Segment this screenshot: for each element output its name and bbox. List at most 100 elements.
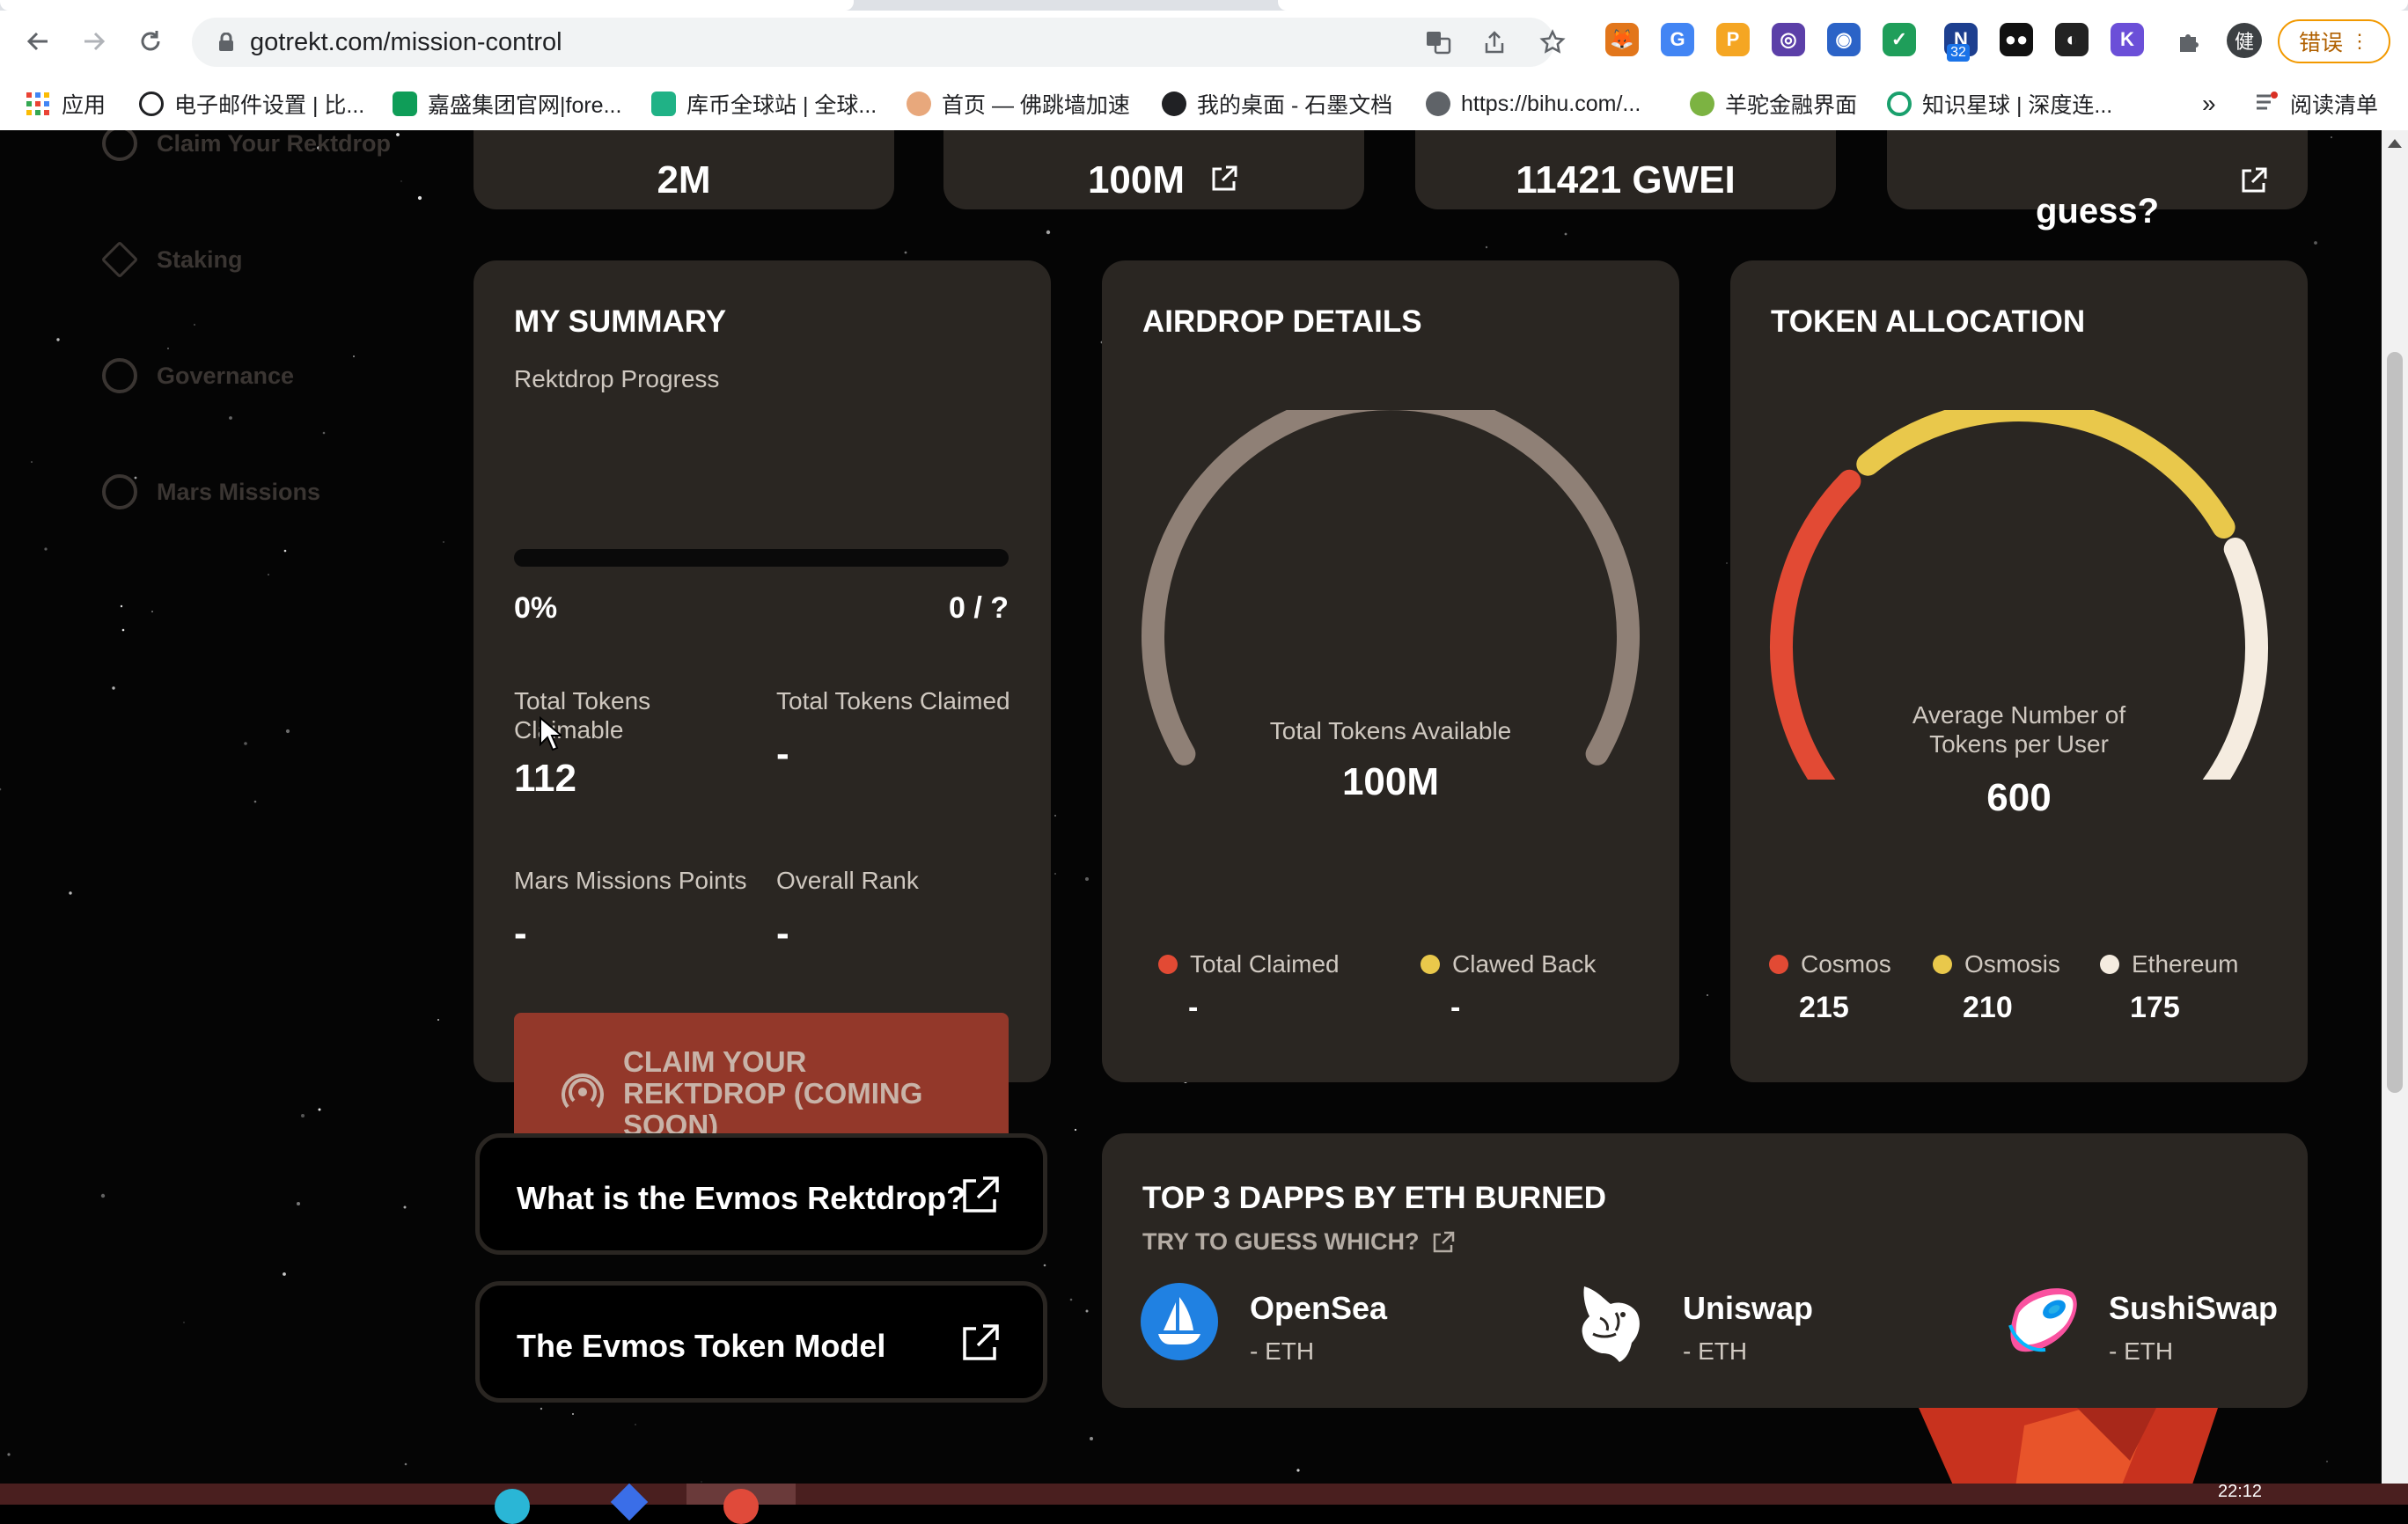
tab-strip [0, 0, 2408, 11]
star [1296, 1469, 1300, 1472]
sidebar-item-mars-missions[interactable]: Mars Missions [102, 470, 320, 514]
bookmark-item[interactable]: 羊驼金融界面 [1690, 88, 1857, 120]
purple-k-extension-icon[interactable]: K [2111, 23, 2144, 56]
dapp-name-opensea: OpenSea [1250, 1290, 1388, 1326]
dapp-name-uniswap: Uniswap [1683, 1290, 1814, 1326]
lock-icon[interactable] [218, 33, 234, 52]
star [244, 742, 247, 745]
tokens-available-label: Total Tokens Available [1269, 717, 1512, 744]
rektdrop-icon [102, 130, 137, 161]
stat-card: guess? [1887, 130, 2308, 231]
rektdrop-progress-bar [514, 549, 1009, 567]
legend-dot [2100, 955, 2119, 974]
bookmark-favicon-icon [1690, 92, 1714, 116]
star [904, 251, 907, 254]
translate-page-icon[interactable] [1422, 26, 1454, 58]
bookmark-item[interactable]: 我的桌面 - 石墨文档 [1162, 88, 1392, 120]
tokens-available-value: 100M [1341, 760, 1440, 803]
bookmark-item[interactable]: 库币全球站 | 全球... [651, 88, 877, 120]
extensions-puzzle-icon[interactable] [2167, 19, 2211, 63]
bookmark-item[interactable]: 嘉盛集团官网|fore... [393, 88, 621, 120]
external-link-icon[interactable] [2239, 165, 2269, 195]
bookmark-item[interactable]: 首页 — 佛跳墙加速 [907, 88, 1130, 120]
legend-label: Ethereum [2132, 950, 2239, 978]
star [1085, 877, 1089, 881]
avg-tokens-label: Average Number of Tokens per User [1912, 701, 2126, 758]
bookmark-label: 知识星球 | 深度连... [1922, 93, 2113, 118]
tab-edge[interactable] [1278, 0, 2408, 11]
error-status-button[interactable]: 错误 ⋮ [2278, 19, 2390, 63]
clawed-back-value: - [1450, 991, 1461, 1024]
token-allocation-card: TOKEN ALLOCATION Average Number of Token… [1730, 260, 2308, 1082]
star [572, 1413, 574, 1415]
active-tab-edge[interactable] [0, 0, 854, 11]
bookmark-item[interactable]: https://bihu.com/... [1426, 88, 1641, 120]
blue-chat-extension-icon[interactable]: ◉ [1827, 23, 1861, 56]
bookmark-favicon-icon [393, 92, 417, 116]
purple-ring-extension-icon[interactable]: ◎ [1772, 23, 1805, 56]
forward-arrow-icon [84, 32, 106, 51]
share-icon[interactable] [1479, 26, 1510, 58]
star [183, 1322, 185, 1323]
metamask-fox-icon[interactable]: 🦊 [1605, 23, 1639, 56]
black-bear-extension-icon[interactable]: ●● [2000, 23, 2033, 56]
star [437, 1019, 439, 1021]
sidebar-item-claim-rektdrop[interactable]: Claim Your Rektdrop [102, 130, 391, 165]
star [540, 1407, 543, 1410]
address-bar[interactable]: gotrekt.com/mission-control [192, 18, 1566, 67]
rektdrop-progress-label: Rektdrop Progress [514, 365, 720, 392]
scrollbar-thumb[interactable] [2387, 352, 2403, 1093]
star [229, 416, 232, 420]
star [417, 195, 422, 201]
star [1046, 230, 1051, 235]
page-scrollbar[interactable] [2382, 130, 2408, 1484]
bookmark-favicon-icon [907, 92, 931, 116]
legend-total-claimed: Total Claimed [1158, 950, 1340, 978]
mars-mascot-illustration [1919, 1408, 2218, 1484]
sidebar-item-label: Claim Your Rektdrop [157, 130, 392, 157]
osmosis-value: 210 [1963, 991, 2013, 1024]
star [112, 686, 115, 690]
bookmark-item[interactable]: 知识星球 | 深度连... [1887, 88, 2112, 120]
reading-list-button[interactable]: 阅读清单 [2253, 88, 2378, 120]
back-button[interactable] [16, 19, 60, 63]
dark-swirl-extension-icon[interactable]: ◐ [2055, 23, 2089, 56]
profile-avatar[interactable]: 健 [2227, 23, 2262, 58]
forward-button[interactable] [72, 19, 116, 63]
sparkle-icon [100, 240, 139, 279]
legend-dot [1933, 955, 1952, 974]
stat-card: 100M [943, 130, 1364, 209]
taskbar-active-app[interactable] [686, 1484, 796, 1524]
star [322, 431, 326, 435]
mars-points-label: Mars Missions Points [514, 867, 747, 894]
evmos-token-model-link[interactable]: The Evmos Token Model [475, 1281, 1047, 1403]
taskbar-app-icon[interactable] [610, 1483, 649, 1521]
sidebar-item-staking[interactable]: Staking [100, 238, 243, 282]
reload-button[interactable] [128, 19, 173, 63]
star [167, 348, 169, 349]
what-is-rektdrop-link[interactable]: What is the Evmos Rektdrop? [475, 1133, 1047, 1255]
scroll-up-arrow-icon[interactable] [2388, 139, 2402, 148]
my-summary-card: MY SUMMARY Rektdrop Progress [474, 260, 1051, 1082]
star [1069, 1298, 1073, 1301]
bookmark-item[interactable]: 电子邮件设置 | 比... [139, 88, 364, 120]
taskbar-app-icon[interactable] [495, 1489, 530, 1524]
sidebar-item-governance[interactable]: Governance [102, 354, 294, 398]
external-link-icon [1433, 1231, 1454, 1252]
translate-extension-icon[interactable]: G [1661, 23, 1694, 56]
bookmarks-overflow-chevron[interactable]: » [2202, 88, 2216, 120]
green-leaf-extension-icon[interactable]: ✓ [1883, 23, 1916, 56]
extension-badge: 32 [1947, 44, 1970, 62]
orange-p-extension-icon[interactable]: P [1716, 23, 1750, 56]
bookmark-favicon-icon [1162, 92, 1186, 116]
legend-cosmos: Cosmos [1769, 950, 1891, 978]
guess-which-link[interactable]: TRY TO GUESS WHICH? [1142, 1228, 1455, 1256]
reading-list-label: 阅读清单 [2290, 93, 2379, 118]
star [1485, 245, 1488, 249]
bookmark-apps[interactable]: 应用 [25, 88, 106, 120]
reload-icon [141, 31, 160, 51]
dapp-eth-opensea: - ETH [1250, 1337, 1315, 1365]
bookmark-star-icon[interactable] [1537, 26, 1568, 58]
external-link-icon[interactable] [1209, 164, 1239, 194]
url-text[interactable]: gotrekt.com/mission-control [250, 28, 562, 57]
